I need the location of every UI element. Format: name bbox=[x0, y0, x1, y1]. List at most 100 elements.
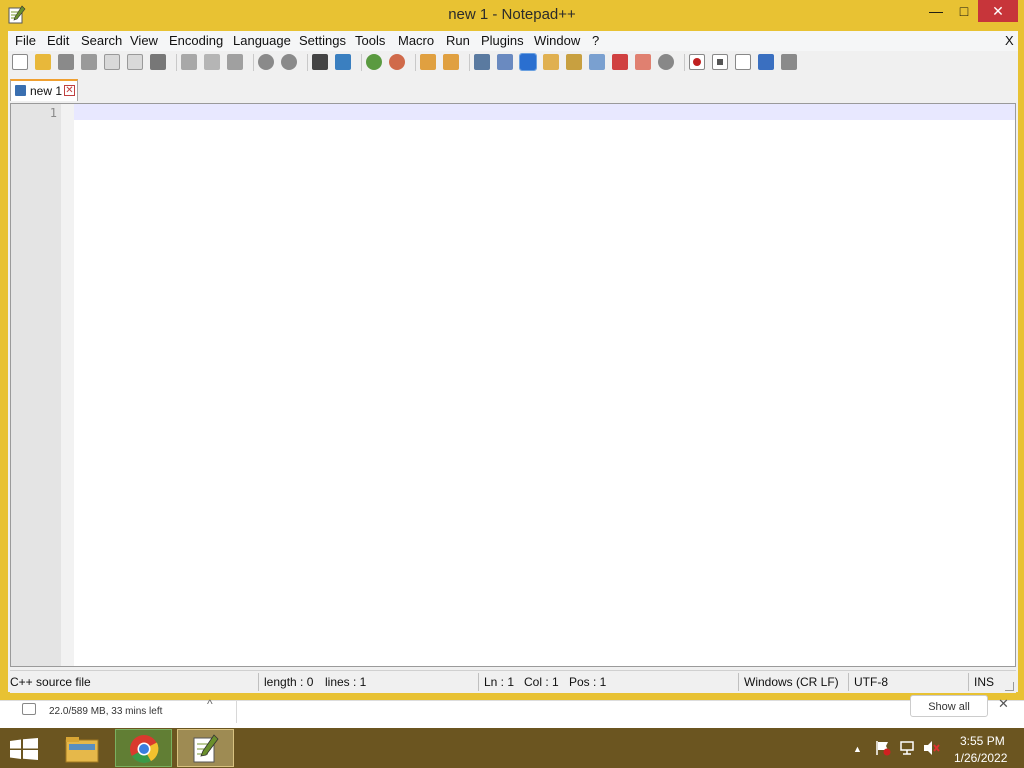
window-title: new 1 - Notepad++ bbox=[448, 6, 576, 23]
new-file-icon[interactable] bbox=[12, 54, 28, 70]
menu-edit[interactable]: Edit bbox=[47, 33, 69, 48]
replace-icon[interactable] bbox=[335, 54, 351, 70]
toolbar-separator bbox=[361, 54, 362, 71]
status-bar: C++ source file length : 0 lines : 1 Ln … bbox=[10, 670, 1016, 693]
taskbar-clock-time[interactable]: 3:55 PM bbox=[960, 734, 1005, 748]
word-wrap-icon[interactable] bbox=[474, 54, 490, 70]
find-icon[interactable] bbox=[312, 54, 328, 70]
paste-icon[interactable] bbox=[227, 54, 243, 70]
redo-icon[interactable] bbox=[281, 54, 297, 70]
file-explorer-taskbar-button[interactable] bbox=[53, 729, 110, 767]
toolbar-separator bbox=[469, 54, 470, 71]
menu-plugins[interactable]: Plugins bbox=[481, 33, 524, 48]
show-all-characters-icon[interactable] bbox=[497, 54, 513, 70]
toolbar-separator bbox=[253, 54, 254, 71]
folder-as-workspace-icon[interactable] bbox=[612, 54, 628, 70]
download-progress-text: 22.0/589 MB, 33 mins left bbox=[49, 706, 163, 717]
sync-horizontal-icon[interactable] bbox=[443, 54, 459, 70]
run-macro-multiple-icon[interactable] bbox=[758, 54, 774, 70]
download-options-button[interactable]: ^ bbox=[207, 697, 213, 711]
zoom-in-icon[interactable] bbox=[366, 54, 382, 70]
current-line-highlight bbox=[74, 104, 1015, 120]
function-list-icon[interactable] bbox=[589, 54, 605, 70]
client-area: File Edit Search View Encoding Language … bbox=[8, 31, 1018, 693]
maximize-button[interactable]: □ bbox=[950, 0, 978, 22]
taskbar: ▲ 3:55 PM 1/26/2022 bbox=[0, 728, 1024, 768]
toolbar-separator bbox=[307, 54, 308, 71]
download-file-icon[interactable] bbox=[22, 703, 36, 715]
undo-icon[interactable] bbox=[258, 54, 274, 70]
network-icon[interactable] bbox=[899, 740, 915, 756]
menu-help[interactable]: ? bbox=[592, 33, 599, 48]
title-bar[interactable]: new 1 - Notepad++ — □ ✕ bbox=[0, 0, 1024, 31]
status-separator bbox=[738, 673, 739, 691]
tab-close-button[interactable]: ✕ bbox=[64, 85, 75, 96]
show-hidden-icons-button[interactable]: ▲ bbox=[853, 744, 862, 754]
show-all-downloads-button[interactable]: Show all bbox=[910, 695, 988, 717]
status-encoding[interactable]: UTF-8 bbox=[854, 675, 888, 689]
close-document-button[interactable]: X bbox=[1005, 33, 1014, 48]
status-separator bbox=[968, 673, 969, 691]
windows-start-icon[interactable] bbox=[10, 738, 38, 760]
close-window-button[interactable]: ✕ bbox=[978, 0, 1018, 22]
status-lines: lines : 1 bbox=[325, 675, 367, 689]
resize-grip[interactable] bbox=[1005, 682, 1014, 691]
monitoring-icon[interactable] bbox=[635, 54, 651, 70]
cut-icon[interactable] bbox=[181, 54, 197, 70]
save-status-icon bbox=[15, 85, 26, 96]
save-macro-icon[interactable] bbox=[781, 54, 797, 70]
menu-settings[interactable]: Settings bbox=[299, 33, 346, 48]
close-download-bar-button[interactable]: ✕ bbox=[998, 696, 1009, 712]
action-center-flag-icon[interactable] bbox=[875, 740, 891, 756]
toolbar-separator bbox=[176, 54, 177, 71]
zoom-out-icon[interactable] bbox=[389, 54, 405, 70]
chrome-taskbar-button[interactable] bbox=[115, 729, 172, 767]
notepadpp-taskbar-button[interactable] bbox=[177, 729, 234, 767]
chrome-icon bbox=[130, 735, 159, 763]
menu-view[interactable]: View bbox=[130, 33, 158, 48]
menu-tools[interactable]: Tools bbox=[355, 33, 385, 48]
sync-vertical-icon[interactable] bbox=[420, 54, 436, 70]
close-all-icon[interactable] bbox=[127, 54, 143, 70]
indent-guide-icon[interactable] bbox=[519, 53, 537, 71]
menu-language[interactable]: Language bbox=[233, 33, 291, 48]
editor-area[interactable]: 1 bbox=[10, 103, 1016, 667]
menu-macro[interactable]: Macro bbox=[398, 33, 434, 48]
tab-bar: new 1 ✕ bbox=[8, 76, 1018, 102]
stop-recording-icon[interactable] bbox=[712, 54, 728, 70]
notepadpp-window: new 1 - Notepad++ — □ ✕ File Edit Search… bbox=[0, 0, 1024, 700]
save-all-icon[interactable] bbox=[81, 54, 97, 70]
playback-macro-icon[interactable] bbox=[735, 54, 751, 70]
menu-search[interactable]: Search bbox=[81, 33, 122, 48]
toolbar-separator bbox=[415, 54, 416, 71]
tab-new-1[interactable]: new 1 ✕ bbox=[10, 79, 78, 101]
status-col: Col : 1 bbox=[524, 675, 559, 689]
line-number-gutter: 1 bbox=[11, 104, 61, 666]
menu-encoding[interactable]: Encoding bbox=[169, 33, 223, 48]
volume-muted-icon[interactable] bbox=[923, 740, 941, 756]
monitoring-eye-icon[interactable] bbox=[658, 54, 674, 70]
save-icon[interactable] bbox=[58, 54, 74, 70]
copy-icon[interactable] bbox=[204, 54, 220, 70]
minimize-button[interactable]: — bbox=[922, 0, 950, 22]
user-defined-language-icon[interactable] bbox=[543, 54, 559, 70]
notepadpp-taskbar-icon bbox=[193, 734, 219, 763]
taskbar-clock-date[interactable]: 1/26/2022 bbox=[954, 751, 1007, 765]
status-separator bbox=[478, 673, 479, 691]
status-separator bbox=[848, 673, 849, 691]
status-insert-mode[interactable]: INS bbox=[974, 675, 994, 689]
record-macro-icon[interactable] bbox=[689, 54, 705, 70]
menu-file[interactable]: File bbox=[15, 33, 36, 48]
fold-margin[interactable] bbox=[61, 104, 74, 666]
menu-run[interactable]: Run bbox=[446, 33, 470, 48]
print-icon[interactable] bbox=[150, 54, 166, 70]
document-map-icon[interactable] bbox=[566, 54, 582, 70]
tab-label: new 1 bbox=[30, 84, 63, 98]
toolbar-separator bbox=[684, 54, 685, 71]
close-icon[interactable] bbox=[104, 54, 120, 70]
status-eol[interactable]: Windows (CR LF) bbox=[744, 675, 839, 689]
open-file-icon[interactable] bbox=[35, 54, 51, 70]
toolbar bbox=[8, 51, 1018, 74]
status-ln: Ln : 1 bbox=[484, 675, 515, 689]
menu-window[interactable]: Window bbox=[534, 33, 580, 48]
